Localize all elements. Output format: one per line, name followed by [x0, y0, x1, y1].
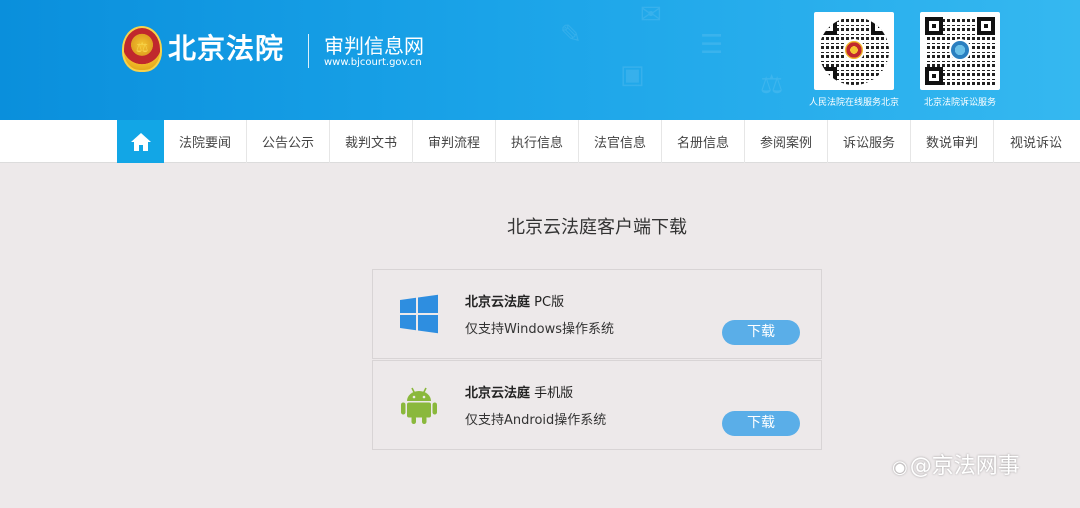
nav-item[interactable]: 法院要闻 — [164, 120, 247, 163]
qr-corner — [925, 67, 943, 85]
scale-icon: ⚖ — [135, 40, 149, 56]
card-description: 仅支持Android操作系统 — [465, 413, 607, 428]
product-edition: PC版 — [534, 295, 565, 310]
nav-items: 法院要闻 公告公示 裁判文书 审判流程 执行信息 法官信息 名册信息 参阅案例 诉讼服务 数说审判… — [164, 120, 1078, 163]
site-header: ✉ ☰ ▣ ⚖ ✎ ⚖ 北京法院 审判信息网 www.bjcourt.gov.c… — [0, 0, 1080, 120]
download-card-pc: 北京云法庭 PC版 仅支持Windows操作系统 下载 — [372, 269, 822, 359]
decorative-glyph: ✉ — [640, 0, 662, 30]
qr-code-litigation-service[interactable] — [920, 12, 1000, 90]
qr-caption: 北京法院诉讼服务 — [923, 98, 996, 108]
decorative-glyph: ▣ — [620, 60, 645, 90]
qr-corner — [925, 17, 943, 35]
nav-item[interactable]: 数说审判 — [911, 120, 994, 163]
product-edition: 手机版 — [534, 386, 574, 401]
header-divider — [308, 34, 309, 68]
download-card-mobile: 北京云法庭 手机版 仅支持Android操作系统 下载 — [372, 360, 822, 450]
decorative-glyph: ✎ — [560, 20, 582, 50]
product-name: 北京云法庭 — [465, 386, 531, 401]
download-pc-button[interactable]: 下载 — [722, 320, 800, 345]
watermark-logo-icon: ◉ — [892, 457, 908, 478]
download-mobile-button[interactable]: 下载 — [722, 411, 800, 436]
qr-pattern — [925, 17, 995, 85]
card-title: 北京云法庭 手机版 — [465, 385, 573, 403]
court-emblem-icon — [843, 39, 865, 61]
qr-corner — [819, 67, 837, 85]
decorative-glyph: ⚖ — [760, 70, 784, 100]
nav-item[interactable]: 视说诉讼 — [994, 120, 1078, 163]
logo-icon — [949, 39, 971, 61]
nav-item[interactable]: 法官信息 — [579, 120, 662, 163]
qr-corner — [871, 17, 889, 35]
nav-item[interactable]: 名册信息 — [662, 120, 745, 163]
decorative-glyph: ☰ — [700, 30, 724, 60]
nav-item[interactable]: 诉讼服务 — [828, 120, 911, 163]
product-name: 北京云法庭 — [465, 295, 531, 310]
site-url: www.bjcourt.gov.cn — [324, 57, 422, 68]
card-title: 北京云法庭 PC版 — [465, 294, 564, 312]
card-description: 仅支持Windows操作系统 — [465, 322, 615, 337]
site-subtitle: 审判信息网 — [324, 34, 424, 58]
qr-code-online-service[interactable] — [814, 12, 894, 90]
android-icon — [401, 387, 437, 424]
court-emblem-icon[interactable]: ⚖ — [122, 26, 162, 72]
nav-item[interactable]: 公告公示 — [247, 120, 330, 163]
page-title: 北京云法庭客户端下载 — [507, 217, 687, 238]
main-nav: 法院要闻 公告公示 裁判文书 审判流程 执行信息 法官信息 名册信息 参阅案例 诉讼服务 数说审判… — [0, 120, 1080, 163]
nav-item[interactable]: 执行信息 — [496, 120, 579, 163]
qr-caption: 人民法院在线服务北京 — [808, 98, 899, 108]
watermark: ◉@京法网事 — [892, 452, 1020, 483]
nav-home-button[interactable] — [117, 120, 164, 163]
qr-pattern — [819, 17, 889, 85]
home-icon — [130, 132, 151, 151]
nav-item[interactable]: 裁判文书 — [330, 120, 413, 163]
watermark-text: @京法网事 — [909, 454, 1020, 479]
nav-item[interactable]: 审判流程 — [413, 120, 496, 163]
qr-corner — [977, 17, 995, 35]
nav-item[interactable]: 参阅案例 — [745, 120, 828, 163]
qr-corner — [819, 17, 837, 35]
site-name[interactable]: 北京法院 — [168, 31, 284, 67]
windows-icon — [400, 294, 438, 334]
